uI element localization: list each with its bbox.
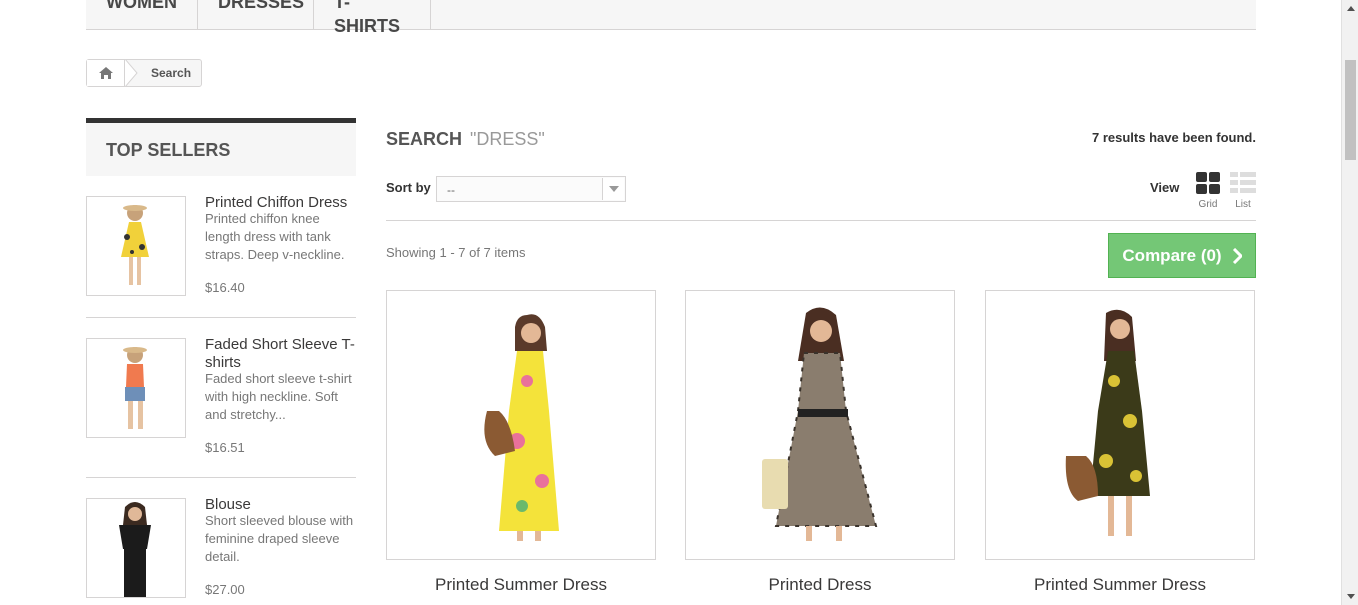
product-thumbnail[interactable] [86,196,186,296]
search-heading-label: SEARCH [386,129,463,149]
product-card[interactable]: Printed Summer Dress [985,290,1255,595]
product-name[interactable]: Printed Summer Dress [985,575,1255,595]
breadcrumb-current: Search [151,66,192,80]
home-icon[interactable] [87,60,125,86]
product-thumbnail[interactable] [86,498,186,598]
list-label: List [1235,199,1251,210]
chevron-down-icon[interactable] [602,178,624,200]
chevron-right-icon [1232,247,1242,264]
compare-label: Compare (0) [1122,245,1222,265]
grid-view-button[interactable]: Grid [1194,172,1222,210]
tab-t-shirts[interactable]: T-SHIRTS [314,0,431,36]
sort-by-label: Sort by [386,180,431,195]
product-price: $16.51 [205,440,245,455]
compare-button[interactable]: Compare (0) [1108,233,1256,278]
product-name[interactable]: Printed Summer Dress [386,575,656,595]
scroll-down-icon[interactable] [1342,588,1358,605]
top-seller-item[interactable]: Blouse Short sleeved blouse with feminin… [86,496,356,598]
page-scrollbar[interactable] [1341,0,1358,605]
breadcrumb: Search [86,59,202,87]
top-sellers-heading: TOP SELLERS [86,118,356,176]
product-description: Faded short sleeve t-shirt with high nec… [205,371,352,422]
product-description: Short sleeved blouse with feminine drape… [205,513,354,564]
scrollbar-thumb[interactable] [1345,60,1356,160]
page-title: SEARCH "DRESS" [386,129,545,150]
product-price: $16.40 [205,280,245,295]
product-name[interactable]: Faded Short Sleeve T-shirts [205,336,357,372]
product-thumbnail[interactable] [86,338,186,438]
top-seller-item[interactable]: Faded Short Sleeve T-shirts Faded short … [86,336,357,468]
product-name[interactable]: Printed Dress [685,575,955,595]
results-count: 7 results have been found. [1092,130,1256,145]
divider [386,220,1256,221]
divider [86,477,356,478]
product-image[interactable] [386,290,656,560]
list-icon [1230,172,1256,193]
top-seller-item[interactable]: Printed Chiffon Dress Printed chiffon kn… [86,194,356,306]
tab-dresses[interactable]: DRESSES [198,0,314,30]
divider [86,317,356,318]
sort-selected-value: -- [447,183,455,197]
product-image[interactable] [985,290,1255,560]
view-label: View [1150,180,1180,195]
sort-select[interactable]: -- [436,176,626,202]
grid-label: Grid [1198,199,1218,210]
product-card[interactable]: Printed Dress [685,290,955,595]
grid-icon [1196,172,1220,194]
product-description: Printed chiffon knee length dress with t… [205,211,345,262]
product-card[interactable]: Printed Summer Dress [386,290,656,595]
product-image[interactable] [685,290,955,560]
scroll-up-icon[interactable] [1342,0,1358,17]
tab-women[interactable]: WOMEN [86,0,198,30]
search-query: "DRESS" [470,129,545,149]
top-navigation: WOMEN DRESSES T-SHIRTS [86,0,1256,36]
product-price: $27.00 [205,582,245,597]
showing-items-text: Showing 1 - 7 of 7 items [386,245,526,260]
list-view-button[interactable]: List [1229,172,1257,210]
